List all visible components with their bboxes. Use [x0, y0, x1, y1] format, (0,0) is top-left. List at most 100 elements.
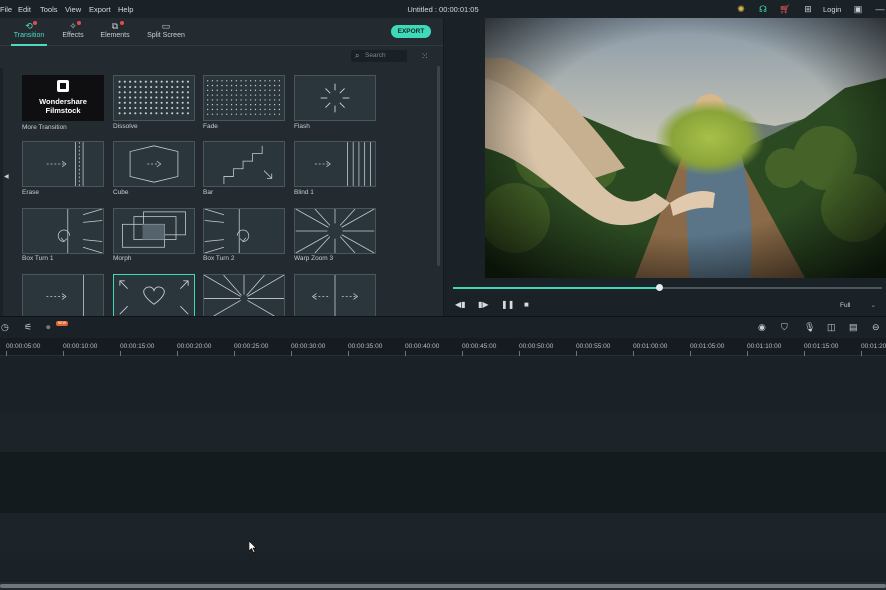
search-box[interactable]: ⌕ Search [351, 50, 407, 62]
export-button[interactable]: EXPORT [391, 25, 431, 38]
transition-label: Box Turn 1 [22, 255, 54, 262]
snapshot-icon[interactable]: ◫ [827, 322, 836, 333]
brand-line1: Wondershare [39, 97, 87, 106]
bulb-icon[interactable]: ✺ [735, 3, 747, 15]
tab-split-screen[interactable]: ▭ Split Screen [145, 20, 187, 44]
bar-thumb[interactable] [203, 141, 285, 187]
minimize-icon[interactable]: — [874, 3, 886, 15]
ruler-tick: 00:01:05:00 [690, 343, 725, 356]
box-turn-2-thumb[interactable] [203, 208, 285, 254]
menu-help[interactable]: Help [118, 5, 133, 14]
flash-thumb[interactable] [294, 75, 376, 121]
quality-value: Full [840, 302, 851, 309]
transition-label: Bar [203, 189, 214, 196]
login-link[interactable]: Login [823, 5, 841, 14]
transition-scrollbar[interactable] [437, 66, 440, 266]
scroll-thumb[interactable] [0, 584, 886, 588]
transition-label: Blind 1 [294, 189, 314, 196]
menu-file[interactable]: File [0, 5, 12, 14]
split-thumb[interactable] [294, 274, 376, 316]
menu-export[interactable]: Export [89, 5, 111, 14]
warp-zoom-icon [295, 209, 375, 253]
playback-progress[interactable] [453, 284, 882, 291]
stop-icon[interactable]: ■ [524, 300, 529, 309]
tab-effects[interactable]: ✧ Effects [58, 20, 88, 44]
zoom-out-icon[interactable]: ⊖ [872, 322, 880, 333]
pause-icon[interactable]: ❚❚ [501, 300, 514, 309]
cube-icon [129, 145, 179, 183]
warp-zoom-3-thumb[interactable] [294, 208, 376, 254]
record-icon[interactable]: ⏺ [46, 322, 51, 333]
ruler-tick: 00:01:15:00 [804, 343, 839, 356]
timeline-toolbar: ◷ ⚟ ⏺ NEW ◉ ⛉ 🎙︎ ◫ ▤ ⊖ [0, 316, 886, 338]
marker-icon[interactable]: ⛉ [781, 322, 788, 333]
fade-thumb[interactable] [203, 75, 285, 121]
erase-icon [46, 142, 84, 186]
slide-thumb[interactable] [22, 274, 104, 316]
left-scroll-gutter [0, 68, 3, 316]
bar-icon [223, 145, 273, 185]
video-track[interactable] [0, 356, 886, 413]
ruler-tick: 00:00:40:00 [405, 343, 440, 356]
menu-bar: File Edit Tools View Export Help Untitle… [0, 0, 886, 18]
audio-track[interactable] [0, 553, 886, 582]
tab-label: Transition [13, 32, 45, 39]
transition-label: Morph [113, 255, 132, 262]
mic-icon[interactable]: 🎙︎ [804, 322, 815, 333]
split-screen-icon: ▭ [161, 21, 171, 31]
filmstock-thumb[interactable]: Wondershare Filmstock [22, 75, 104, 121]
menu-edit[interactable]: Edit [18, 5, 31, 14]
render-icon[interactable]: ◉ [758, 322, 766, 333]
audio-track[interactable] [0, 452, 886, 513]
video-frame [485, 18, 886, 278]
collapse-left-icon[interactable]: ◀ [4, 173, 9, 180]
video-preview[interactable] [485, 18, 886, 278]
chevron-down-icon: ⌄ [870, 302, 876, 309]
erase-thumb[interactable] [22, 141, 104, 187]
dissolve-thumb[interactable] [113, 75, 195, 121]
speed-icon[interactable]: ◷ [1, 322, 9, 333]
gift-icon[interactable]: ⊞ [802, 3, 814, 15]
transition-label: Cube [113, 189, 129, 196]
ruler-tick: 00:01:20 [861, 343, 886, 356]
split-icon [311, 275, 359, 316]
quality-select[interactable]: Full ⌄ [840, 301, 876, 309]
new-badge: NEW [56, 321, 68, 326]
slide-icon [46, 275, 84, 316]
cart-icon[interactable]: 🛒︎ [779, 3, 791, 15]
save-icon[interactable]: ▣ [852, 3, 864, 15]
ruler-tick: 00:00:50:00 [519, 343, 554, 356]
adjust-icon[interactable]: ⚟ [24, 322, 32, 333]
elements-icon: ⧉ [98, 20, 132, 32]
search-icon: ⌕ [355, 51, 360, 60]
transition-icon: ⟲ [9, 20, 49, 32]
ruler-tick: 00:00:30:00 [291, 343, 326, 356]
subtitle-icon[interactable]: ▤ [849, 322, 858, 333]
progress-fill [453, 287, 659, 289]
step-back-icon[interactable]: ◀▮ [455, 300, 466, 309]
filmstock-logo: Wondershare Filmstock [39, 80, 87, 115]
video-track[interactable] [0, 413, 886, 452]
timeline-ruler[interactable]: 00:00:05:00 00:00:10:00 00:00:15:00 00:00:2… [0, 338, 886, 356]
heart-thumb[interactable] [113, 274, 195, 316]
menu-tools[interactable]: Tools [40, 5, 58, 14]
play-icon[interactable]: ▮▶ [478, 300, 489, 309]
timeline-hscroll[interactable] [0, 582, 886, 590]
tab-transition[interactable]: ⟲ Transition [9, 20, 49, 46]
audio-track[interactable] [0, 513, 886, 553]
headset-icon[interactable]: ☊ [757, 3, 769, 15]
ruler-tick: 00:00:35:00 [348, 343, 383, 356]
tab-label: Effects [62, 32, 84, 39]
tab-elements[interactable]: ⧉ Elements [98, 20, 132, 44]
cube-thumb[interactable] [113, 141, 195, 187]
morph-thumb[interactable] [113, 208, 195, 254]
progress-knob[interactable] [655, 284, 663, 291]
ruler-tick: 00:00:20:00 [177, 343, 212, 356]
box-turn-icon [204, 209, 250, 253]
effects-icon: ✧ [58, 20, 88, 32]
blind-thumb[interactable] [294, 141, 376, 187]
grid-view-icon[interactable]: ⁙ [421, 51, 431, 61]
menu-view[interactable]: View [65, 5, 81, 14]
zoom-burst-thumb[interactable] [203, 274, 285, 316]
box-turn-1-thumb[interactable] [22, 208, 104, 254]
